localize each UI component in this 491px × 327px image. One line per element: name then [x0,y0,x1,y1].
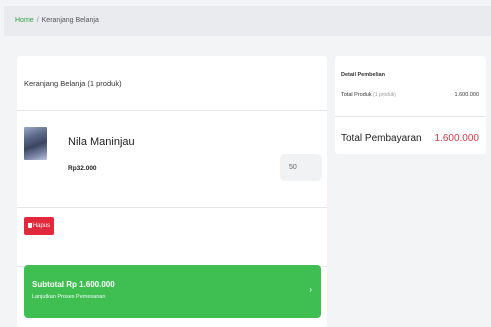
remove-row: Hapus [17,208,327,267]
summary-title: Detail Pembelian [341,72,386,78]
remove-button-label: Hapus [32,223,51,229]
remove-button[interactable]: Hapus [24,217,54,235]
checkout-button[interactable]: Subtotal Rp 1.600.000 Lanjutkan Proses P… [24,265,321,318]
cart-header: Keranjang Belanja (1 produk) [17,56,327,111]
summary-divider [335,116,486,117]
total-product-label: Total Produk (1 produk) [341,92,396,98]
product-image [24,127,47,160]
product-price: Rp32.000 [68,165,97,172]
order-summary-card: Detail Pembelian Total Produk (1 produk)… [335,56,486,154]
chevron-right-icon: › [309,285,312,294]
quantity-input[interactable] [280,154,322,181]
product-name[interactable]: Nila Maninjau [68,136,135,148]
breadcrumb-separator: / [36,17,39,24]
checkout-subtotal: Subtotal Rp 1.600.000 [32,280,115,289]
breadcrumb: Home / Keranjang Belanja [4,6,491,36]
total-product-count: (1 produk) [373,92,396,98]
checkout-hint: Lanjutkan Proses Pemesanan [32,294,106,300]
total-payment-label: Total Pembayaran [341,133,422,144]
total-product-value: 1.600.000 [454,92,479,98]
total-payment-value: 1.600.000 [434,133,480,144]
cart-card: Keranjang Belanja (1 produk) Hapus Nila … [17,56,327,327]
trash-icon [27,223,32,228]
breadcrumb-home-link[interactable]: Home [15,17,34,24]
total-product-text: Total Produk [341,92,372,98]
breadcrumb-current: Keranjang Belanja [41,17,99,24]
